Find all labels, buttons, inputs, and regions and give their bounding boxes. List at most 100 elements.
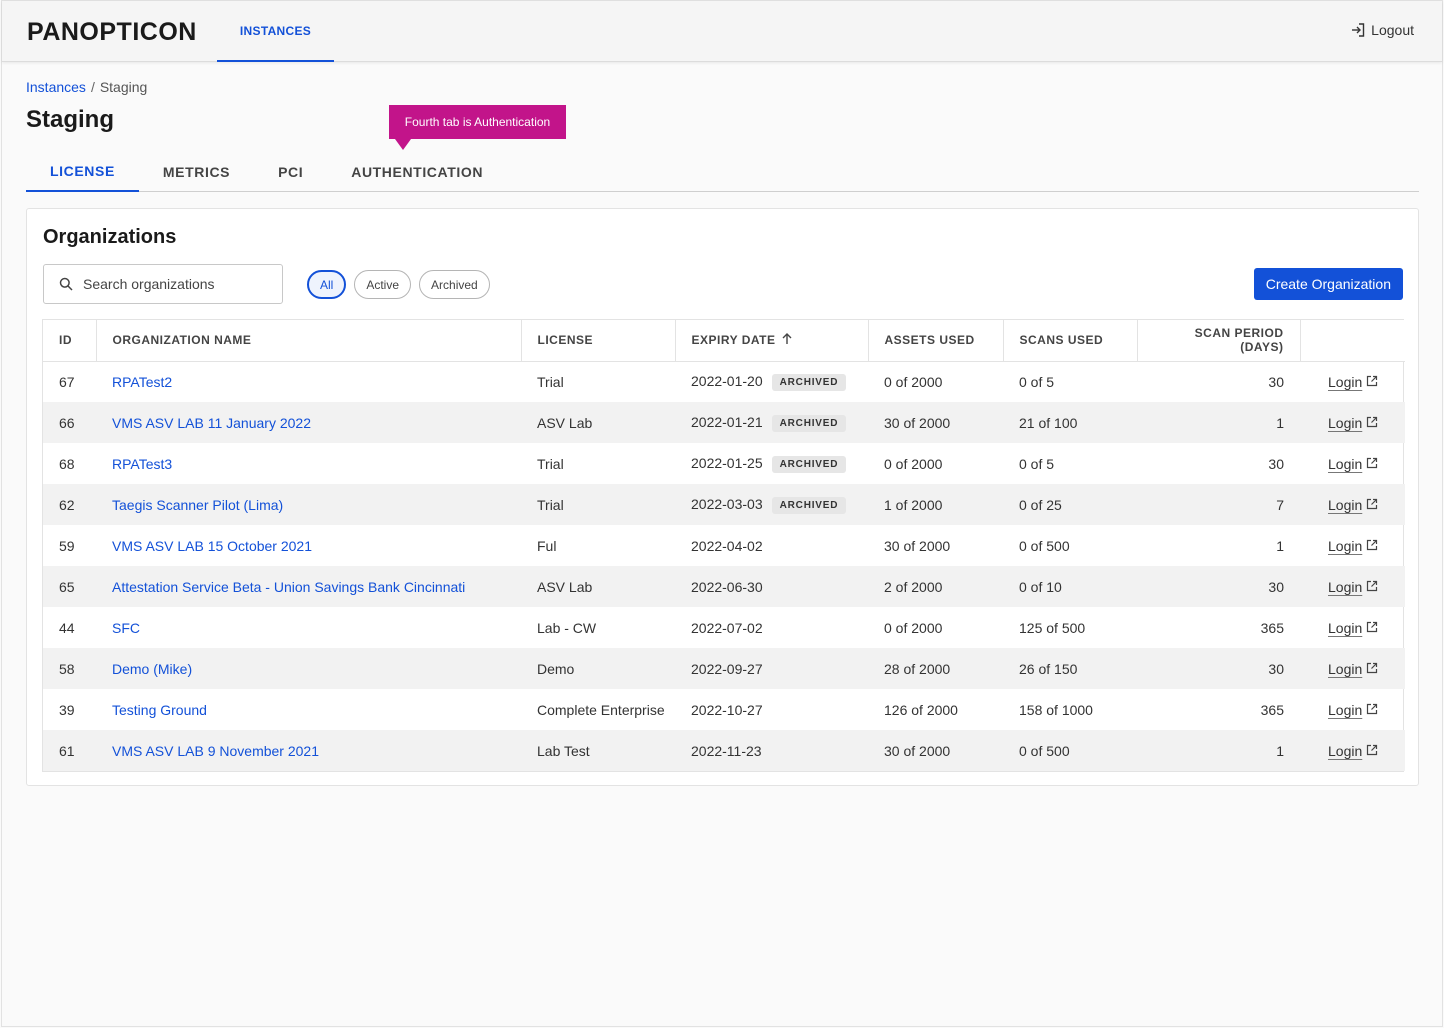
col-license[interactable]: LICENSE [521, 320, 676, 362]
login-link[interactable]: Login [1328, 497, 1362, 513]
annotation-tooltip: Fourth tab is Authentication [389, 105, 566, 150]
organizations-card: Organizations All Active Archived Create… [26, 208, 1419, 786]
organization-link[interactable]: Attestation Service Beta - Union Savings… [112, 579, 465, 595]
cell-expiry: 2022-01-25 ARCHIVED [675, 443, 868, 484]
login-link[interactable]: Login [1328, 743, 1362, 759]
nav-instances[interactable]: INSTANCES [217, 1, 334, 62]
cell-scan-period: 30 [1268, 455, 1284, 472]
expiry-date: 2022-01-20 [691, 372, 763, 389]
login-link[interactable]: Login [1328, 579, 1362, 595]
cell-scans-used: 26 of 150 [1003, 648, 1137, 689]
col-expiry-label: EXPIRY DATE [691, 333, 776, 348]
external-link-icon [1367, 539, 1378, 550]
cell-license: ASV Lab [521, 402, 675, 443]
col-organization-name[interactable]: ORGANIZATION NAME [96, 320, 522, 362]
organization-link[interactable]: VMS ASV LAB 9 November 2021 [112, 743, 319, 759]
external-link-icon [1367, 744, 1378, 755]
tab-authentication[interactable]: AUTHENTICATION [327, 151, 507, 192]
expiry-date: 2022-01-21 [691, 413, 763, 430]
table-header-row: ID ORGANIZATION NAME LICENSE EXPIRY DATE… [43, 320, 1405, 362]
cell-expiry: 2022-10-27 [675, 689, 868, 730]
cell-expiry: 2022-09-27 [675, 648, 868, 689]
tab-metrics[interactable]: METRICS [139, 151, 254, 192]
expiry-date: 2022-06-30 [691, 578, 763, 595]
cell-license: Complete Enterprise [537, 701, 665, 718]
organization-link[interactable]: Taegis Scanner Pilot (Lima) [112, 497, 283, 513]
cell-assets-used: 1 of 2000 [868, 484, 1003, 525]
cell-license: Lab Test [521, 730, 675, 771]
cell-scan-period: 1 [1276, 537, 1284, 554]
cell-license: Ful [537, 537, 557, 554]
cell-actions: Login [1300, 361, 1405, 402]
logout-button[interactable]: Logout [1350, 22, 1414, 38]
login-link[interactable]: Login [1328, 702, 1362, 718]
col-expiry-date[interactable]: EXPIRY DATE [675, 320, 869, 362]
col-assets-used[interactable]: ASSETS USED [868, 320, 1004, 362]
login-link[interactable]: Login [1328, 415, 1362, 431]
breadcrumb-current: Staging [99, 79, 148, 95]
cell-license: Lab - CW [537, 619, 597, 636]
cell-id: 67 [59, 373, 75, 390]
login-link[interactable]: Login [1328, 661, 1362, 677]
external-link-icon [1367, 416, 1378, 427]
filter-active-chip[interactable]: Active [354, 270, 412, 299]
cell-scans-used: 0 of 5 [1019, 373, 1055, 390]
organization-link[interactable]: SFC [112, 620, 140, 636]
organization-link[interactable]: RPATest3 [112, 456, 172, 472]
col-id[interactable]: ID [43, 320, 97, 362]
login-link[interactable]: Login [1328, 538, 1362, 554]
breadcrumb-separator: / [90, 79, 95, 95]
cell-license: Demo [521, 648, 675, 689]
col-scans-used[interactable]: SCANS USED [1003, 320, 1138, 362]
organization-link[interactable]: VMS ASV LAB 15 October 2021 [112, 538, 312, 554]
organization-link[interactable]: Demo (Mike) [112, 661, 192, 677]
filter-chips: All Active Archived [307, 270, 490, 299]
logout-label: Logout [1371, 22, 1414, 38]
create-organization-button[interactable]: Create Organization [1253, 268, 1403, 300]
cell-scan-period: 1 [1137, 402, 1300, 443]
external-link-icon [1367, 375, 1378, 386]
table-row: 67 RPATest2 Trial 2022-01-20 ARCHIVED 0 of 20… [43, 361, 1405, 402]
breadcrumb: Instances / Staging [26, 79, 147, 95]
col-scan-period[interactable]: SCAN PERIOD (DAYS) [1137, 320, 1301, 362]
organization-link[interactable]: RPATest2 [112, 374, 172, 390]
cell-scan-period: 365 [1260, 619, 1284, 636]
organization-link[interactable]: Testing Ground [112, 702, 207, 718]
cell-scans-used: 125 of 500 [1019, 619, 1086, 636]
login-link[interactable]: Login [1328, 374, 1362, 390]
table-row: 62 Taegis Scanner Pilot (Lima) Trial 2022-0… [43, 484, 1405, 525]
cell-scan-period: 30 [1268, 373, 1284, 390]
tab-license[interactable]: LICENSE [26, 151, 139, 192]
tab-pci[interactable]: PCI [254, 151, 327, 192]
archived-badge: ARCHIVED [771, 414, 847, 432]
cell-actions: Login [1300, 525, 1405, 566]
external-link-icon [1367, 580, 1378, 591]
expiry-date: 2022-04-02 [691, 537, 763, 554]
tab-bar: LICENSE METRICS PCI AUTHENTICATION [26, 151, 1419, 192]
login-link[interactable]: Login [1328, 620, 1362, 636]
cell-license: Trial [521, 484, 675, 525]
filter-archived-chip[interactable]: Archived [419, 270, 490, 299]
organizations-title: Organizations [43, 226, 177, 248]
filter-all-chip[interactable]: All [307, 270, 347, 299]
cell-scans-used: 0 of 500 [1003, 730, 1137, 771]
cell-actions: Login [1300, 484, 1405, 525]
cell-expiry: 2022-01-21 ARCHIVED [675, 402, 868, 443]
cell-license: Trial [537, 373, 564, 390]
cell-scans-used: 0 of 10 [1003, 566, 1137, 607]
organizations-table: ID ORGANIZATION NAME LICENSE EXPIRY DATE… [42, 319, 1405, 772]
breadcrumb-instances[interactable]: Instances [26, 79, 86, 95]
cell-expiry: 2022-11-23 [675, 730, 868, 771]
cell-scan-period: 365 [1260, 701, 1284, 718]
table-body: 67 RPATest2 Trial 2022-01-20 ARCHIVED 0 of 20… [43, 361, 1405, 771]
login-link[interactable]: Login [1328, 456, 1362, 472]
search-box[interactable] [43, 264, 283, 304]
expiry-date: 2022-10-27 [691, 701, 763, 718]
app-window: PANOPTICON INSTANCES Logout Instances / St… [1, 0, 1443, 1027]
search-input[interactable] [83, 276, 263, 292]
organization-link[interactable]: VMS ASV LAB 11 January 2022 [112, 415, 311, 431]
archived-badge: ARCHIVED [771, 496, 847, 514]
table-row: 66 VMS ASV LAB 11 January 2022 ASV Lab 2022… [43, 402, 1405, 443]
cell-scans-used: 0 of 25 [1003, 484, 1137, 525]
table-row: 59 VMS ASV LAB 15 October 2021 Ful 2022-04-… [43, 525, 1405, 566]
